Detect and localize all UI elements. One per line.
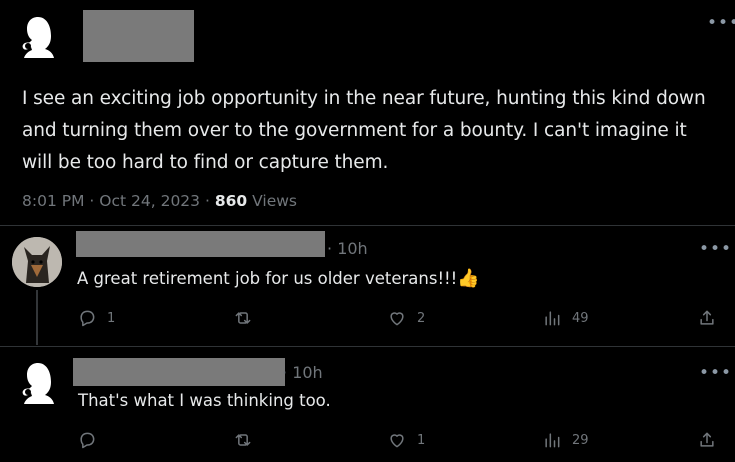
repost-icon [235,434,251,446]
reply-time: · 10h [282,363,323,382]
tweet-meta: 8:01 PM · Oct 24, 2023 · 860 Views [22,192,297,210]
analytics-icon [545,311,560,326]
tweet-date[interactable]: Oct 24, 2023 [99,192,200,210]
repost-icon [235,312,251,324]
views-button[interactable]: 49 [542,308,589,328]
tweet-text: I see an exciting job opportunity in the… [22,88,706,173]
redacted-author-name [83,10,194,62]
reply-button[interactable]: 1 [77,308,115,328]
reply-button[interactable] [77,430,107,450]
thumbs-up-emoji: 👍 [457,268,480,289]
reply-avatar[interactable] [12,237,62,287]
share-button[interactable] [697,430,717,450]
default-profile-icon [22,363,54,404]
divider [0,225,735,226]
more-options-icon[interactable]: ••• [707,15,735,32]
view-count: 860 [214,192,248,210]
share-button[interactable] [697,308,717,328]
views-label: Views [252,192,297,210]
heart-icon [390,434,404,448]
reply-text: That's what I was thinking too. [78,391,331,410]
more-options-icon[interactable]: ••• [699,241,732,258]
share-icon [700,310,714,325]
reply-text: A great retirement job for us older vete… [77,268,480,289]
main-author-avatar[interactable] [16,12,60,62]
reply-time: · 10h [327,239,368,258]
dog-photo-icon [12,237,62,287]
like-button[interactable]: 1 [387,430,425,450]
redacted-reply-author [73,358,285,386]
divider [0,346,735,347]
reply-icon [80,310,95,327]
heart-icon [390,312,404,326]
repost-button[interactable] [233,430,263,450]
redacted-reply-author [76,231,325,257]
more-options-icon[interactable]: ••• [699,365,732,382]
share-icon [700,432,714,447]
repost-button[interactable] [233,308,263,328]
views-button[interactable]: 29 [542,430,589,450]
reply-avatar[interactable] [16,358,60,408]
analytics-icon [545,433,560,448]
like-button[interactable]: 2 [387,308,425,328]
default-profile-icon [22,17,54,58]
tweet-time[interactable]: 8:01 PM [22,192,84,210]
thread-connector [36,290,38,345]
reply-icon [80,432,95,449]
